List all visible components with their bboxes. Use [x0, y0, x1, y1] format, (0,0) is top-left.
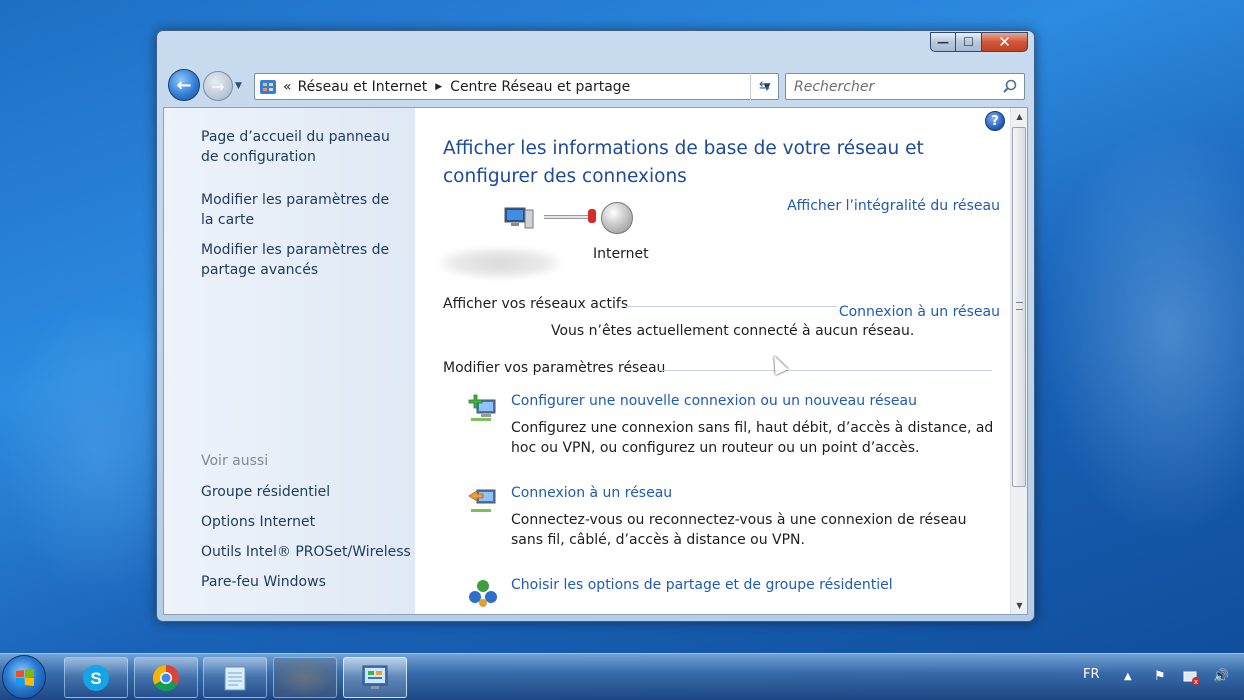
breadcrumb-network-internet[interactable]: Réseau et Internet — [298, 79, 428, 95]
taskbar-skype[interactable]: S — [64, 657, 128, 698]
maximize-button[interactable]: ☐ — [956, 32, 982, 52]
connect-to-network-link[interactable]: Connexion à un réseau — [839, 304, 1000, 320]
notepad-icon — [224, 666, 246, 691]
scroll-thumb[interactable] — [1012, 127, 1026, 487]
taskbar-blurred-app[interactable] — [273, 657, 337, 698]
volume-icon[interactable]: 🔊 — [1213, 669, 1229, 684]
svg-text:x: x — [1194, 678, 1198, 685]
see-also-heading: Voir aussi — [201, 453, 269, 469]
connect-to-network-desc: Connectez-vous ou reconnectez-vous à une… — [511, 512, 967, 548]
disconnected-icon — [588, 209, 596, 223]
new-connection-icon — [468, 394, 496, 421]
intel-proset-link[interactable]: Outils Intel® PROSet/Wireless — [201, 542, 416, 562]
refresh-button[interactable]: ⇆ — [750, 73, 778, 100]
connect-to-network-task-link[interactable]: Connexion à un réseau — [511, 485, 672, 501]
internet-options-link[interactable]: Options Internet — [201, 512, 406, 532]
homegroup-icon — [469, 580, 497, 607]
divider — [620, 306, 837, 307]
help-icon[interactable]: ? — [985, 111, 1005, 131]
close-button[interactable]: ✕ — [982, 32, 1028, 52]
minimize-button[interactable]: — — [930, 32, 956, 52]
main-pane: Afficher les informations de base de vot… — [415, 108, 1015, 614]
address-bar[interactable]: « Réseau et Internet ▶ Centre Réseau et … — [254, 73, 779, 100]
control-panel-icon — [260, 79, 276, 94]
back-arrow-icon: ← — [176, 74, 192, 96]
back-button[interactable]: ← — [168, 69, 200, 101]
taskbar-network-center[interactable] — [343, 657, 407, 698]
breadcrumb-overflow[interactable]: « — [283, 79, 292, 95]
taskbar-chrome[interactable] — [134, 657, 198, 698]
internet-label: Internet — [593, 246, 649, 262]
refresh-icon: ⇆ — [759, 79, 770, 94]
network-center-icon — [362, 665, 388, 689]
chrome-icon — [152, 664, 179, 692]
network-sharing-center-window: — ☐ ✕ ← → ▼ « Réseau et Internet ▶ Centr… — [156, 30, 1035, 622]
content-area: Page d’accueil du panneau de configurati… — [163, 107, 1028, 615]
advanced-sharing-settings-link[interactable]: Modifier les paramètres de partage avanc… — [201, 240, 406, 280]
windows-logo-icon — [16, 669, 34, 686]
taskbar-notepad[interactable] — [203, 657, 267, 698]
search-box[interactable]: Rechercher — [785, 73, 1025, 100]
network-status-icon[interactable]: x — [1183, 669, 1201, 689]
action-center-flag-icon[interactable]: ⚑ — [1154, 669, 1166, 684]
divider — [659, 370, 992, 371]
homegroup-link[interactable]: Groupe résidentiel — [201, 482, 406, 502]
start-button[interactable] — [2, 655, 46, 699]
forward-button[interactable]: → — [203, 71, 233, 101]
network-disconnected-icon: x — [1183, 671, 1200, 686]
change-adapter-settings-link[interactable]: Modifier les paramètres de la carte — [201, 190, 406, 230]
language-indicator[interactable]: FR — [1083, 667, 1100, 682]
blurred-app-icon — [290, 663, 320, 693]
breadcrumb-chevron-icon[interactable]: ▶ — [435, 82, 442, 92]
control-panel-home-link[interactable]: Page d’accueil du panneau de configurati… — [201, 127, 406, 167]
vertical-scrollbar[interactable]: ▲ ▼ — [1010, 108, 1027, 614]
sharing-options-link[interactable]: Choisir les options de partage et de gro… — [511, 577, 893, 593]
blurred-computer-name — [441, 248, 559, 278]
search-input[interactable]: Rechercher — [794, 79, 874, 95]
desktop-glow — [1040, 120, 1244, 540]
change-settings-heading: Modifier vos paramètres réseau — [443, 360, 666, 376]
page-title: Afficher les informations de base de vot… — [443, 138, 924, 187]
computer-icon — [504, 207, 534, 229]
svg-text:S: S — [90, 669, 101, 688]
window-controls: — ☐ ✕ — [930, 32, 1028, 52]
view-full-map-link[interactable]: Afficher l’intégralité du réseau — [787, 198, 1000, 214]
connect-network-icon — [468, 489, 496, 512]
active-networks-heading: Afficher vos réseaux actifs — [443, 296, 629, 312]
show-hidden-icons-arrow[interactable]: ▲ — [1124, 671, 1132, 682]
forward-arrow-icon: → — [211, 76, 225, 96]
search-icon[interactable] — [1002, 79, 1018, 95]
windows-firewall-link[interactable]: Pare-feu Windows — [201, 572, 406, 592]
connection-status: Vous n’êtes actuellement connecté à aucu… — [551, 323, 915, 339]
scroll-down-icon[interactable]: ▼ — [1011, 597, 1027, 614]
scroll-up-icon[interactable]: ▲ — [1011, 108, 1027, 125]
scroll-grip — [1016, 302, 1023, 310]
connection-line — [544, 215, 592, 219]
tasks-pane: Page d’accueil du panneau de configurati… — [164, 108, 415, 614]
internet-globe-icon[interactable] — [601, 202, 633, 234]
history-dropdown-icon[interactable]: ▼ — [235, 81, 242, 91]
setup-new-connection-desc: Configurez une connexion sans fil, haut … — [511, 420, 994, 456]
breadcrumb-network-center[interactable]: Centre Réseau et partage — [450, 79, 630, 95]
setup-new-connection-link[interactable]: Configurer une nouvelle connexion ou un … — [511, 393, 917, 409]
skype-icon: S — [83, 665, 109, 691]
taskbar: S FR ▲ ⚑ x 🔊 — [0, 653, 1244, 700]
